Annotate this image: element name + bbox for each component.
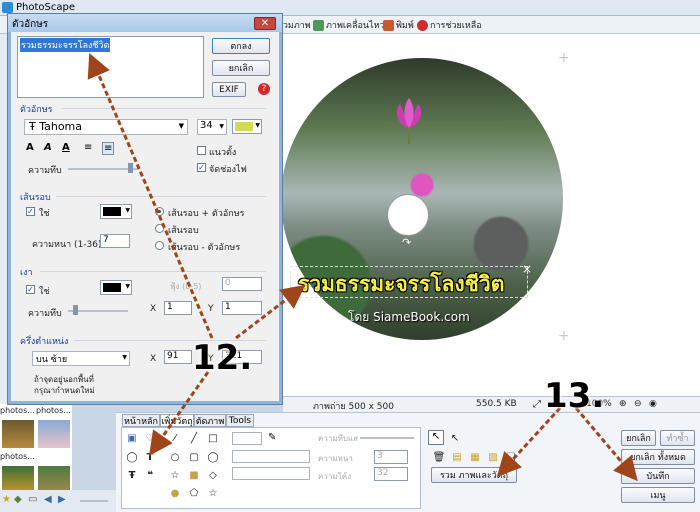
step-13-label: 13. xyxy=(544,376,605,416)
arrow-to-save-button xyxy=(574,407,638,482)
step-12-label: 12. xyxy=(192,338,253,378)
arrow-to-text-tool xyxy=(149,371,210,456)
arrow-to-text-input xyxy=(87,52,214,339)
arrow-to-merge-button xyxy=(496,406,562,477)
arrow-to-canvas-text xyxy=(235,284,306,340)
annotation-arrows xyxy=(87,52,638,482)
